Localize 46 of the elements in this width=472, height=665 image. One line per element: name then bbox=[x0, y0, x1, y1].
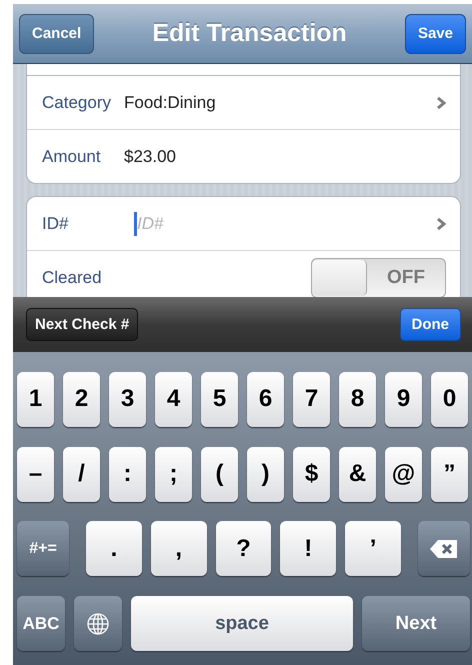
chevron-icon[interactable] bbox=[436, 96, 446, 110]
field-label: Cleared bbox=[42, 268, 103, 288]
keyboard-key[interactable]: space bbox=[131, 596, 353, 652]
next-check-button[interactable]: Next Check # bbox=[26, 308, 138, 341]
screen-title: Edit Transaction bbox=[152, 19, 347, 48]
field-label: ID# bbox=[42, 214, 70, 234]
cancel-button[interactable]: Cancel bbox=[19, 14, 94, 54]
keyboard-key[interactable]: ( bbox=[201, 446, 238, 502]
keyboard-key[interactable]: 9 bbox=[385, 372, 422, 427]
backspace-icon bbox=[428, 538, 459, 559]
done-button[interactable]: Done bbox=[400, 308, 461, 341]
field-label: Amount bbox=[42, 146, 102, 166]
keyboard-key[interactable]: 7 bbox=[293, 372, 330, 427]
chevron-icon[interactable] bbox=[436, 216, 446, 230]
keyboard-key[interactable]: – bbox=[17, 446, 54, 502]
keyboard-key[interactable]: 8 bbox=[339, 372, 376, 427]
keyboard-key[interactable]: 2 bbox=[63, 372, 100, 427]
keyboard-key[interactable]: ” bbox=[431, 446, 468, 502]
keyboard-key[interactable]: ; bbox=[155, 446, 192, 502]
keyboard-key[interactable]: 3 bbox=[109, 372, 146, 427]
globe-key[interactable] bbox=[74, 596, 122, 652]
keyboard-key[interactable]: & bbox=[339, 446, 376, 502]
keyboard-key[interactable]: 5 bbox=[201, 372, 238, 427]
backspace-key[interactable] bbox=[418, 521, 470, 576]
keyboard-key[interactable]: #+= bbox=[17, 521, 69, 576]
keyboard-key[interactable]: : bbox=[109, 446, 146, 502]
keyboard-key[interactable]: @ bbox=[385, 446, 422, 502]
keyboard-key[interactable]: 6 bbox=[247, 372, 284, 427]
keyboard-key[interactable]: Next bbox=[362, 596, 470, 652]
keyboard-key[interactable]: ! bbox=[280, 521, 336, 576]
keyboard-key[interactable]: ’ bbox=[345, 521, 401, 576]
field-label: Category bbox=[42, 92, 112, 112]
save-button[interactable]: Save bbox=[404, 14, 466, 54]
keyboard-key[interactable]: $ bbox=[293, 446, 330, 502]
keyboard-key[interactable]: 4 bbox=[155, 372, 192, 427]
keyboard-key[interactable]: / bbox=[63, 446, 100, 502]
field-value: $23.00 bbox=[124, 146, 177, 166]
keyboard-key[interactable]: 0 bbox=[431, 372, 468, 427]
globe-icon bbox=[86, 612, 110, 636]
keyboard-key[interactable]: 1 bbox=[17, 372, 54, 427]
keyboard-key[interactable]: . bbox=[86, 521, 142, 576]
keyboard-key[interactable]: ? bbox=[216, 521, 272, 576]
field-value: Food:Dining bbox=[124, 92, 217, 112]
keyboard-key[interactable]: , bbox=[150, 521, 207, 576]
keyboard-key[interactable]: ) bbox=[247, 446, 284, 502]
keyboard-key[interactable]: ABC bbox=[17, 596, 65, 652]
